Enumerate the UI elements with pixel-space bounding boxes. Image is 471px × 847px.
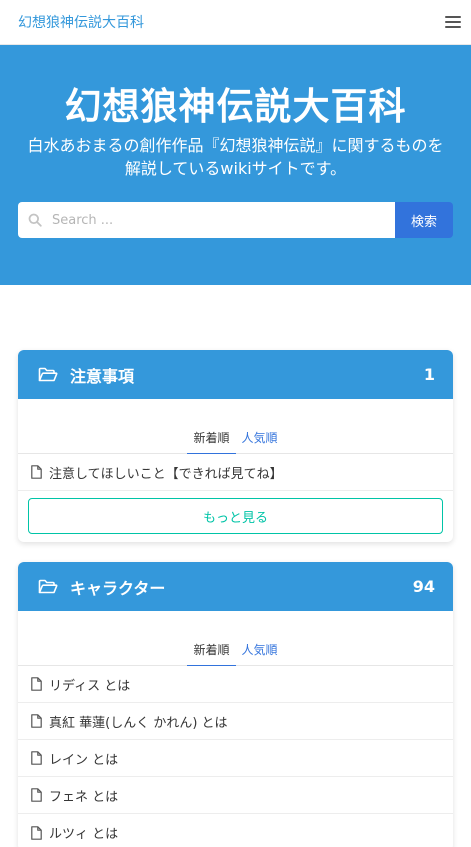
file-icon [31, 677, 42, 691]
search-button[interactable]: 検索 [395, 202, 453, 239]
file-icon [31, 751, 42, 765]
folder-open-icon [38, 579, 58, 593]
list-item[interactable]: リディス とは [18, 666, 453, 703]
list-item[interactable]: レイン とは [18, 740, 453, 777]
hamburger-menu-icon[interactable] [445, 16, 461, 28]
tab-newest[interactable]: 新着順 [187, 425, 236, 454]
section-header[interactable]: 注意事項 1 [18, 350, 453, 399]
section-count: 94 [412, 577, 435, 596]
folder-open-icon [38, 367, 58, 381]
item-label: リディス とは [49, 678, 131, 694]
search-input[interactable] [52, 212, 395, 228]
tab-popular[interactable]: 人気順 [236, 637, 284, 665]
section-card-notice: 注意事項 1 新着順 人気順 注意してほしいこと【できれば見てね】 もっと見る [18, 350, 453, 542]
more-wrapper: もっと見る [18, 491, 453, 542]
file-icon [31, 465, 42, 479]
brand-link[interactable]: 幻想狼神伝説大百科 [18, 12, 144, 32]
search-icon [28, 213, 42, 227]
navbar: 幻想狼神伝説大百科 [0, 0, 471, 45]
tab-newest[interactable]: 新着順 [187, 637, 236, 666]
list-item[interactable]: 注意してほしいこと【できれば見てね】 [18, 454, 453, 491]
section-title: 注意事項 [70, 366, 135, 386]
search-bar: 検索 [14, 202, 457, 239]
search-field-wrapper [18, 202, 395, 239]
item-label: レイン とは [49, 752, 119, 768]
list-item[interactable]: フェネ とは [18, 777, 453, 814]
item-label: 注意してほしいこと【できれば見てね】 [49, 466, 283, 482]
section-header[interactable]: キャラクター 94 [18, 562, 453, 611]
section-count: 1 [423, 365, 435, 384]
section-card-character: キャラクター 94 新着順 人気順 リディス とは 真紅 華蓮(しんく かれん)… [18, 562, 453, 847]
file-icon [31, 788, 42, 802]
file-icon [31, 714, 42, 728]
item-label: 真紅 華蓮(しんく かれん) とは [49, 715, 228, 731]
list-item[interactable]: ルツィ とは [18, 814, 453, 847]
more-button[interactable]: もっと見る [28, 498, 443, 534]
hero: 幻想狼神伝説大百科 白水あおまるの創作作品『幻想狼神伝説』に関するものを解説して… [0, 45, 471, 285]
item-label: フェネ とは [49, 789, 119, 805]
site-subtitle: 白水あおまるの創作作品『幻想狼神伝説』に関するものを解説しているwikiサイトで… [27, 135, 444, 178]
site-title: 幻想狼神伝説大百科 [64, 85, 407, 128]
section-title: キャラクター [70, 578, 166, 598]
sort-tabs: 新着順 人気順 [18, 425, 453, 454]
file-icon [31, 825, 42, 840]
sort-tabs: 新着順 人気順 [18, 637, 453, 666]
list-item[interactable]: 真紅 華蓮(しんく かれん) とは [18, 703, 453, 740]
tab-popular[interactable]: 人気順 [236, 425, 284, 453]
main-content: 注意事項 1 新着順 人気順 注意してほしいこと【できれば見てね】 もっと見る … [0, 285, 471, 847]
item-label: ルツィ とは [49, 827, 119, 842]
